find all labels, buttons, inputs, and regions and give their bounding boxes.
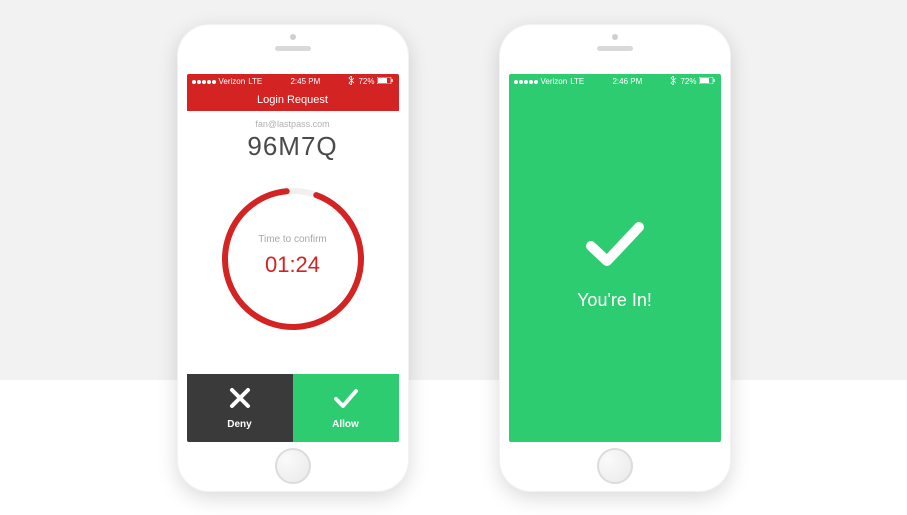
auth-code: 96M7Q bbox=[247, 131, 337, 162]
carrier-label: Verizon bbox=[219, 77, 246, 86]
screen-success: Verizon LTE 2:46 PM 72% bbox=[509, 74, 721, 442]
carrier-label: Verizon bbox=[541, 77, 568, 86]
phone-camera bbox=[290, 34, 296, 40]
battery-label: 72% bbox=[680, 77, 696, 86]
success-message: You're In! bbox=[577, 290, 652, 311]
deny-button[interactable]: Deny bbox=[187, 374, 293, 442]
battery-icon bbox=[699, 77, 715, 86]
phone-speaker bbox=[597, 46, 633, 51]
signal-dots-icon bbox=[514, 80, 538, 84]
bluetooth-icon bbox=[348, 76, 355, 87]
timer-value: 01:24 bbox=[218, 252, 368, 278]
check-icon bbox=[585, 221, 645, 272]
login-content: fan@lastpass.com 96M7Q Time to confirm 0… bbox=[187, 111, 399, 374]
network-label: LTE bbox=[570, 77, 584, 86]
battery-icon bbox=[377, 77, 393, 86]
timer-label: Time to confirm bbox=[218, 234, 368, 245]
success-content: You're In! bbox=[509, 89, 721, 442]
action-bar: Deny Allow bbox=[187, 374, 399, 442]
phone-success: Verizon LTE 2:46 PM 72% bbox=[499, 24, 731, 492]
home-button[interactable] bbox=[275, 448, 311, 484]
account-email: fan@lastpass.com bbox=[255, 119, 329, 129]
status-time: 2:45 PM bbox=[290, 77, 320, 86]
signal-dots-icon bbox=[192, 80, 216, 84]
phone-speaker bbox=[275, 46, 311, 51]
phone-login-request: Verizon LTE 2:45 PM 72% Login Request fa… bbox=[177, 24, 409, 492]
check-icon bbox=[333, 386, 359, 415]
title-bar: Login Request bbox=[187, 89, 399, 111]
home-button[interactable] bbox=[597, 448, 633, 484]
battery-label: 72% bbox=[358, 77, 374, 86]
countdown-ring: Time to confirm 01:24 bbox=[218, 184, 368, 334]
phone-camera bbox=[612, 34, 618, 40]
status-bar: Verizon LTE 2:46 PM 72% bbox=[509, 74, 721, 89]
allow-button[interactable]: Allow bbox=[293, 374, 399, 442]
bluetooth-icon bbox=[670, 76, 677, 87]
deny-label: Deny bbox=[227, 419, 251, 430]
screen-login-request: Verizon LTE 2:45 PM 72% Login Request fa… bbox=[187, 74, 399, 442]
allow-label: Allow bbox=[332, 419, 359, 430]
status-time: 2:46 PM bbox=[612, 77, 642, 86]
close-icon bbox=[228, 386, 252, 415]
status-bar: Verizon LTE 2:45 PM 72% bbox=[187, 74, 399, 89]
network-label: LTE bbox=[248, 77, 262, 86]
